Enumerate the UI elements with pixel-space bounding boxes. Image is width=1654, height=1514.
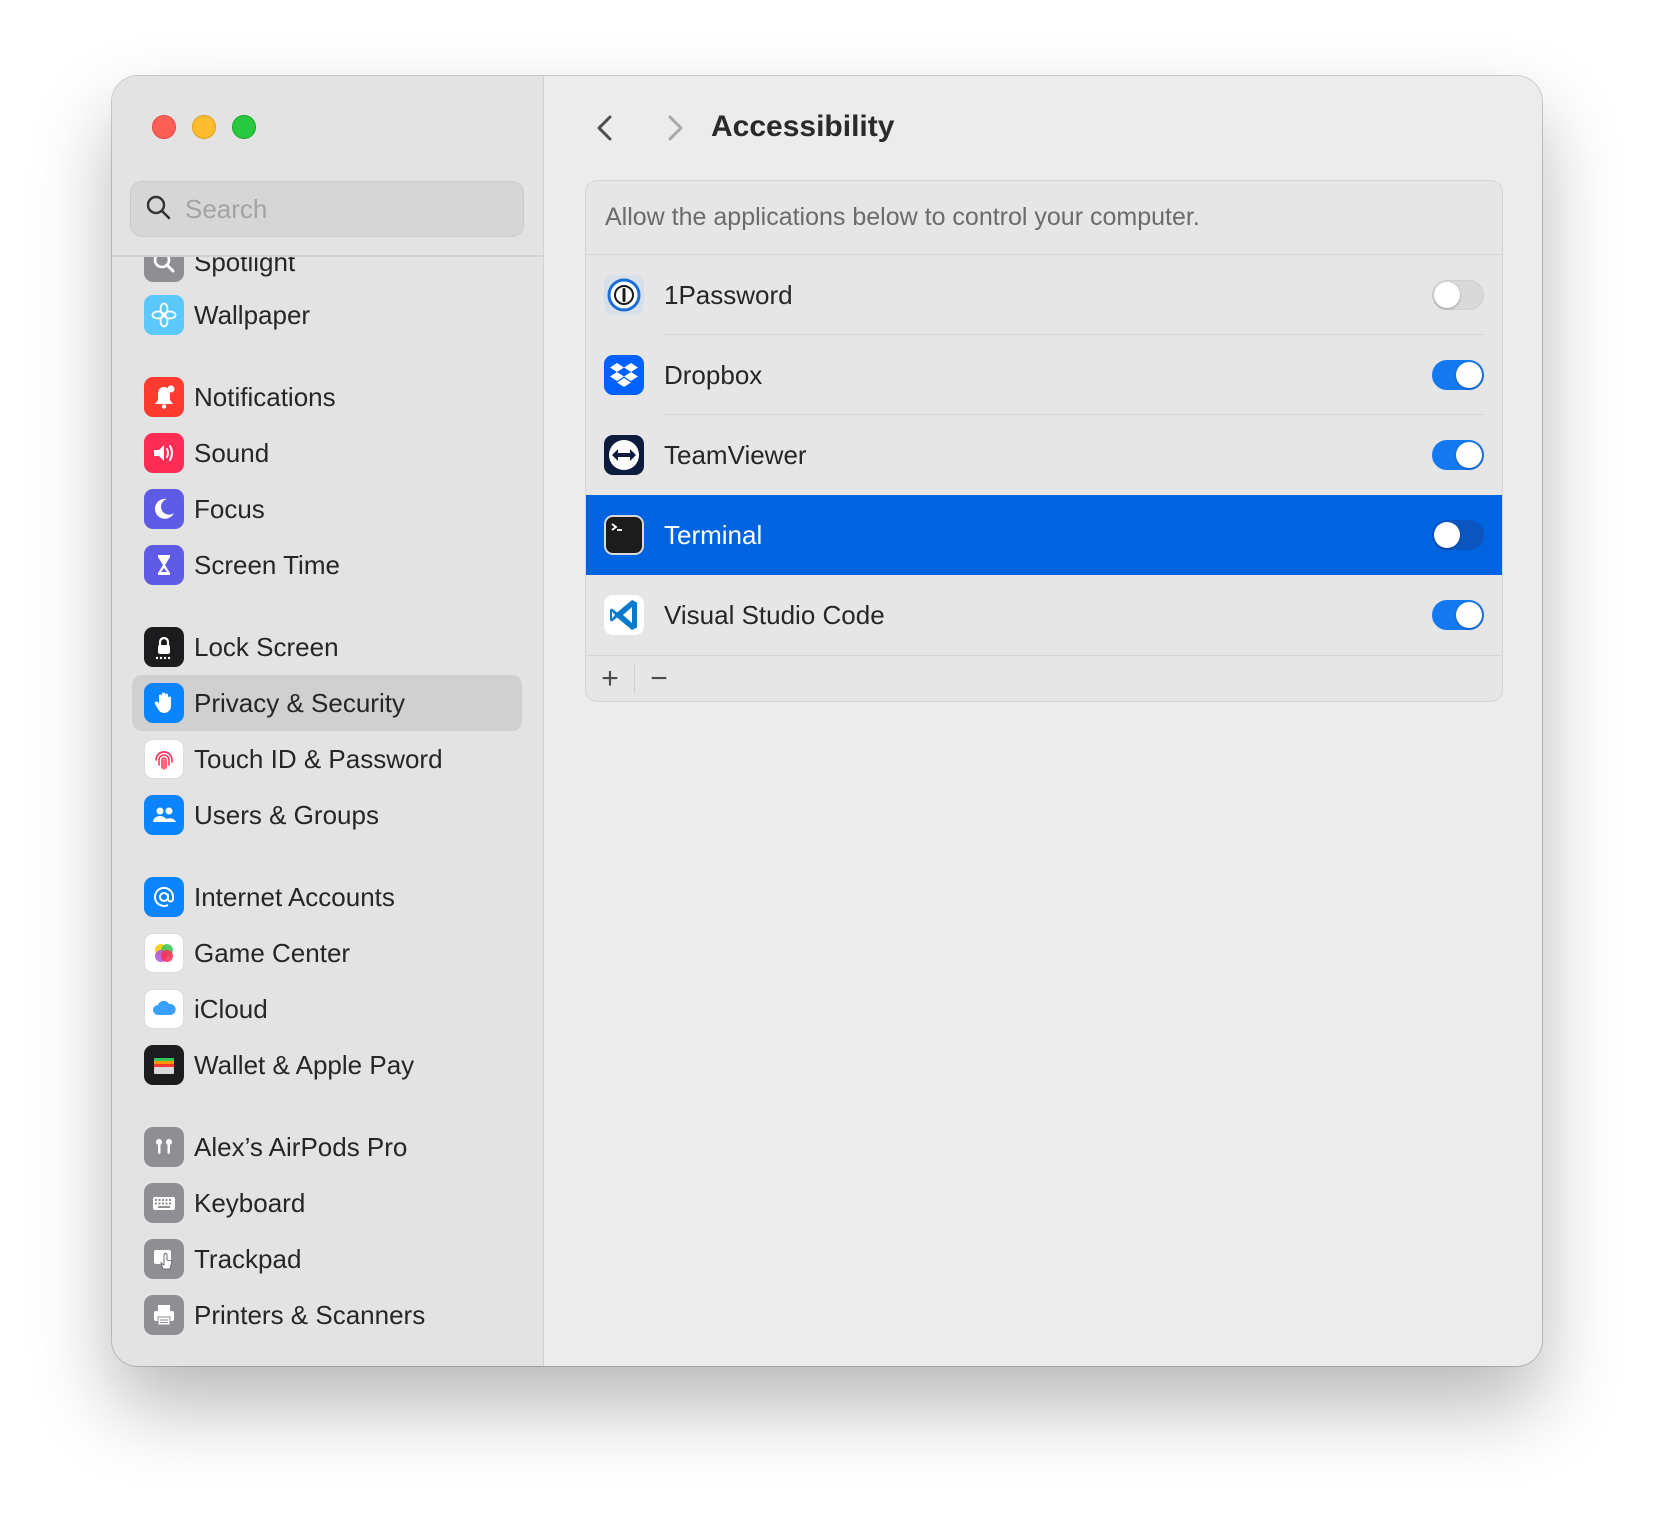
sidebar-item-label: Lock Screen xyxy=(194,631,339,662)
forward-button[interactable] xyxy=(656,110,692,146)
panel-description: Allow the applications below to control … xyxy=(586,181,1502,255)
sidebar-item-label: Trackpad xyxy=(194,1243,302,1274)
sidebar-item-label: Spotlight xyxy=(194,257,296,277)
chevron-right-icon xyxy=(668,115,683,141)
sidebar-item-label: Touch ID & Password xyxy=(194,743,443,774)
sidebar-item-sound[interactable]: Sound xyxy=(132,425,522,481)
airpods-icon xyxy=(144,1127,184,1167)
app-name: Visual Studio Code xyxy=(664,599,885,630)
sidebar-item-label: Users & Groups xyxy=(194,799,379,830)
sidebar-item-label: Keyboard xyxy=(194,1187,306,1218)
toggle-teamviewer[interactable] xyxy=(1432,440,1484,470)
sidebar-item-internet-accounts[interactable]: Internet Accounts xyxy=(132,869,522,925)
app-row-1password[interactable]: 1Password xyxy=(586,255,1502,335)
1password-icon xyxy=(603,274,645,316)
at-icon xyxy=(144,877,184,917)
search-field[interactable] xyxy=(130,181,524,237)
sidebar-item-label: Sound xyxy=(194,437,270,468)
cloud-icon xyxy=(144,989,184,1029)
toggle-terminal[interactable] xyxy=(1432,520,1484,550)
settings-window: Spotlight Wallpaper Notifications Sound xyxy=(112,76,1542,1366)
sidebar-item-trackpad[interactable]: Trackpad xyxy=(132,1231,522,1287)
sidebar-item-label: Wallet & Apple Pay xyxy=(194,1049,415,1080)
remove-app-button[interactable]: − xyxy=(635,656,683,702)
sidebar-item-touch-id[interactable]: Touch ID & Password xyxy=(132,731,522,787)
dropbox-icon xyxy=(603,354,645,396)
sidebar-item-label: iCloud xyxy=(194,993,268,1024)
sidebar-item-label: Screen Time xyxy=(194,549,340,580)
sidebar-item-label: Printers & Scanners xyxy=(194,1299,426,1330)
page-title: Accessibility xyxy=(711,110,895,143)
terminal-icon xyxy=(603,514,645,556)
sidebar-list: Spotlight Wallpaper Notifications Sound xyxy=(112,257,543,1366)
trackpad-icon xyxy=(144,1239,184,1279)
lock-icon xyxy=(144,627,184,667)
vscode-icon xyxy=(603,594,645,636)
app-row-vscode[interactable]: Visual Studio Code xyxy=(586,575,1502,655)
sidebar-item-wallet[interactable]: Wallet & Apple Pay xyxy=(132,1037,522,1093)
panel-footer: + − xyxy=(586,655,1502,701)
app-row-dropbox[interactable]: Dropbox xyxy=(586,335,1502,415)
sidebar-item-keyboard[interactable]: Keyboard xyxy=(132,1175,522,1231)
game-center-icon xyxy=(144,933,184,973)
sidebar-item-users-groups[interactable]: Users & Groups xyxy=(132,787,522,843)
toggle-dropbox[interactable] xyxy=(1432,360,1484,390)
app-name: TeamViewer xyxy=(664,439,807,470)
search-icon xyxy=(145,194,171,225)
sidebar-item-focus[interactable]: Focus xyxy=(132,481,522,537)
sidebar-item-label: Alex’s AirPods Pro xyxy=(194,1131,408,1162)
keyboard-icon xyxy=(144,1183,184,1223)
minimize-button[interactable] xyxy=(192,115,216,139)
maximize-button[interactable] xyxy=(232,115,256,139)
app-name: Dropbox xyxy=(664,359,763,390)
accessibility-apps-panel: Allow the applications below to control … xyxy=(585,180,1503,702)
sidebar-item-spotlight[interactable]: Spotlight xyxy=(132,257,522,290)
bell-icon xyxy=(144,377,184,417)
sidebar-item-label: Game Center xyxy=(194,937,351,968)
sidebar-item-printers[interactable]: Printers & Scanners xyxy=(132,1287,522,1343)
sidebar: Spotlight Wallpaper Notifications Sound xyxy=(112,76,544,1366)
sidebar-item-icloud[interactable]: iCloud xyxy=(132,981,522,1037)
add-app-button[interactable]: + xyxy=(586,656,634,702)
sidebar-item-label: Wallpaper xyxy=(194,299,311,330)
hourglass-icon xyxy=(144,545,184,585)
toggle-vscode[interactable] xyxy=(1432,600,1484,630)
chevron-left-icon xyxy=(597,115,612,141)
sidebar-item-notifications[interactable]: Notifications xyxy=(132,369,522,425)
app-name: Terminal xyxy=(664,519,763,550)
sidebar-item-wallpaper[interactable]: Wallpaper xyxy=(132,287,522,343)
sidebar-item-screen-time[interactable]: Screen Time xyxy=(132,537,522,593)
app-name: 1Password xyxy=(664,279,793,310)
printer-icon xyxy=(144,1295,184,1335)
wallpaper-icon xyxy=(144,295,184,335)
sidebar-item-label: Internet Accounts xyxy=(194,881,395,912)
toggle-1password[interactable] xyxy=(1432,280,1484,310)
search-input[interactable] xyxy=(185,193,485,225)
teamviewer-icon xyxy=(603,434,645,476)
fingerprint-icon xyxy=(144,739,184,779)
sidebar-item-label: Notifications xyxy=(194,381,336,412)
sidebar-item-game-center[interactable]: Game Center xyxy=(132,925,522,981)
hand-icon xyxy=(144,683,184,723)
speaker-icon xyxy=(144,433,184,473)
users-icon xyxy=(144,795,184,835)
app-row-terminal[interactable]: Terminal xyxy=(586,495,1502,575)
app-row-teamviewer[interactable]: TeamViewer xyxy=(586,415,1502,495)
sidebar-item-label: Focus xyxy=(194,493,265,524)
spotlight-icon xyxy=(144,257,184,282)
close-button[interactable] xyxy=(152,115,176,139)
moon-icon xyxy=(144,489,184,529)
window-controls xyxy=(152,115,256,139)
sidebar-item-airpods[interactable]: Alex’s AirPods Pro xyxy=(132,1119,522,1175)
main-pane: Accessibility Allow the applications bel… xyxy=(544,76,1542,1366)
wallet-icon xyxy=(144,1045,184,1085)
sidebar-item-lock-screen[interactable]: Lock Screen xyxy=(132,619,522,675)
sidebar-item-label: Privacy & Security xyxy=(194,687,405,718)
back-button[interactable] xyxy=(588,110,624,146)
sidebar-item-privacy-security[interactable]: Privacy & Security xyxy=(132,675,522,731)
